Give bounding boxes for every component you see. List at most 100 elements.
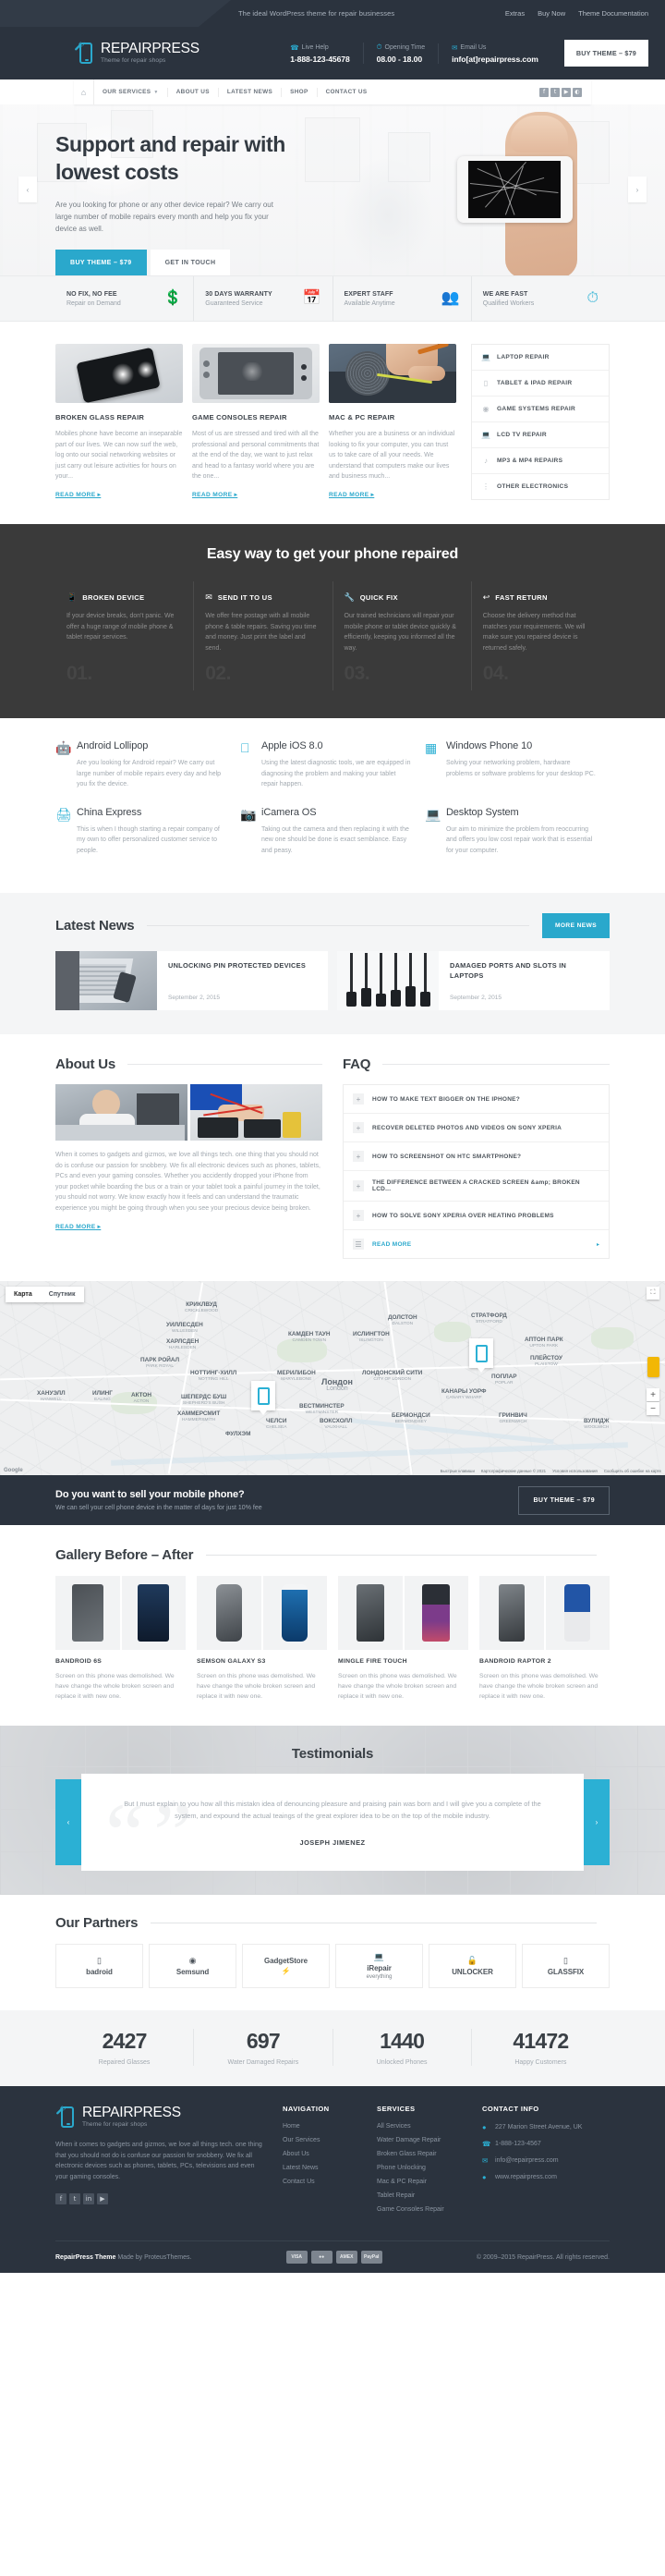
nav-item-about-us[interactable]: ABOUT US	[168, 87, 219, 97]
before-image[interactable]	[479, 1576, 544, 1650]
facebook-icon[interactable]: f	[539, 87, 549, 97]
testimonial-prev-button[interactable]: ‹	[55, 1779, 81, 1865]
map-attr-shortcuts[interactable]: Быстрые клавиши	[441, 1469, 475, 1473]
partner-name: iRepair	[367, 1964, 392, 1972]
map-attr-terms[interactable]: Условия использования	[552, 1469, 598, 1473]
service-category-tablet-ipad-repair[interactable]: ▯ TABLET & IPAD REPAIR	[472, 371, 609, 397]
footer-nav-about-us[interactable]: About Us	[283, 2151, 360, 2157]
service-card-broken-glass-repair: BROKEN GLASS REPAIR Mobiles phone have b…	[55, 344, 183, 500]
footer-nav-home[interactable]: Home	[283, 2123, 360, 2130]
header-buy-theme-button[interactable]: BUY THEME – $79	[563, 40, 648, 67]
street-view-pegman-icon[interactable]	[647, 1357, 659, 1377]
platform-title: Desktop System	[445, 806, 519, 818]
faq-item-0[interactable]: + HOW TO MAKE TEXT BIGGER ON THE IPHONE?	[344, 1085, 609, 1114]
nav-item-contact-us[interactable]: CONTACT US	[318, 88, 376, 97]
gallery-section: Gallery Before – After BANDROID 6S Scree…	[0, 1525, 665, 1726]
before-image[interactable]	[197, 1576, 261, 1650]
more-news-button[interactable]: MORE NEWS	[542, 913, 610, 938]
hero-buy-theme-button[interactable]: BUY THEME – $79	[55, 250, 147, 275]
nav-item-shop[interactable]: SHOP	[282, 87, 318, 97]
faq-item-2[interactable]: + HOW TO SCREENSHOT ON HTC SMARTPHONE?	[344, 1142, 609, 1171]
counter-repaired-glasses: 2427 Repaired Glasses	[55, 2029, 195, 2066]
news-card-unlocking-pin-protected-devices[interactable]: UNLOCKING PIN PROTECTED DEVICES Septembe…	[55, 951, 328, 1010]
partner-glassfix[interactable]: ▯ GLASSFIX	[522, 1944, 610, 1988]
footer-logo[interactable]: REPAIRPRESS Theme for repair shops	[55, 2105, 266, 2130]
about-read-more-link[interactable]: READ MORE ▸	[55, 1223, 101, 1230]
twitter-icon[interactable]: t	[550, 87, 560, 97]
hero-get-in-touch-button[interactable]: GET IN TOUCH	[150, 250, 231, 275]
read-more-label: READ MORE	[55, 1223, 96, 1230]
after-image[interactable]	[262, 1576, 327, 1650]
service-category-other-electronics[interactable]: ⋮ OTHER ELECTRONICS	[472, 474, 609, 499]
footer-service-game-consoles-repair[interactable]: Game Consoles Repair	[377, 2206, 466, 2213]
linkedin-icon[interactable]: in	[83, 2193, 94, 2204]
partner-badroid[interactable]: ▯ badroid	[55, 1944, 143, 1988]
footer-service-water-damage-repair[interactable]: Water Damage Repair	[377, 2137, 466, 2143]
footer-service-broken-glass-repair[interactable]: Broken Glass Repair	[377, 2151, 466, 2157]
rss-icon[interactable]: ◐	[573, 87, 582, 97]
footer-service-tablet-repair[interactable]: Tablet Repair	[377, 2192, 466, 2199]
youtube-icon[interactable]: ▶	[97, 2193, 108, 2204]
footer-contact-website[interactable]: ● www.repairpress.com	[482, 2173, 602, 2181]
footer-nav-our-services[interactable]: Our Services	[283, 2137, 360, 2143]
facebook-icon[interactable]: f	[55, 2193, 66, 2204]
feature-subtitle: Repair on Demand	[66, 299, 121, 307]
home-icon[interactable]: ⌂	[74, 79, 94, 104]
cracked-phone-photo[interactable]	[55, 344, 183, 403]
footer-service-mac-pc-repair[interactable]: Mac & PC Repair	[377, 2179, 466, 2185]
youtube-icon[interactable]: ▶	[562, 87, 571, 97]
location-map[interactable]: Карта Спутник КРИКЛВУД CRICKLEWOOD УИЛЛЕС…	[0, 1281, 665, 1475]
partner-semsund[interactable]: ◉ Semsund	[149, 1944, 236, 1988]
service-read-more-link[interactable]: READ MORE ▸	[329, 491, 374, 498]
top-link-buy-now[interactable]: Buy Now	[538, 9, 565, 18]
top-link-extras[interactable]: Extras	[505, 9, 525, 18]
handheld-console-photo[interactable]	[192, 344, 320, 403]
map-marker-1[interactable]	[251, 1381, 275, 1415]
news-card-damaged-ports-and-slots-in-laptops[interactable]: DAMAGED PORTS AND SLOTS IN LAPTOPS Septe…	[337, 951, 610, 1010]
hero-next-button[interactable]: ›	[628, 177, 647, 202]
label-ru: ФУЛХЭМ	[225, 1431, 251, 1437]
nav-item-our-services[interactable]: OUR SERVICES ▼	[94, 87, 168, 97]
map-attr-report[interactable]: Сообщить об ошибке на карте	[604, 1469, 661, 1473]
before-image[interactable]	[55, 1576, 120, 1650]
site-logo[interactable]: REPAIRPRESS Theme for repair shops	[74, 41, 200, 66]
map-zoom-out-button[interactable]: −	[647, 1402, 659, 1415]
nav-item-latest-news[interactable]: LATEST NEWS	[219, 87, 283, 97]
service-category-mp3-mp4-repairs[interactable]: ♪ MP3 & MP4 REPAIRS	[472, 448, 609, 474]
cta-buy-theme-button[interactable]: BUY THEME – $79	[518, 1485, 610, 1515]
map-fullscreen-button[interactable]: ⛶	[647, 1287, 659, 1300]
after-image[interactable]	[545, 1576, 610, 1650]
top-link-theme-documentation[interactable]: Theme Documentation	[578, 9, 648, 18]
footer-nav-contact-us[interactable]: Contact Us	[283, 2179, 360, 2185]
after-image[interactable]	[404, 1576, 468, 1650]
faq-read-more[interactable]: ☰ READ MORE ▸	[344, 1230, 609, 1258]
label-ru: КАНАРЫ УОРФ	[441, 1388, 487, 1395]
footer-contact-email[interactable]: ✉ info@repairpress.com	[482, 2156, 602, 2165]
platform-icamera-os: 📷 iCamera OS Taking out the camera and th…	[240, 807, 425, 873]
service-categories-list: 💻 LAPTOP REPAIR ▯ TABLET & IPAD REPAIR ◉ GA…	[471, 344, 610, 500]
footer-nav-latest-news[interactable]: Latest News	[283, 2165, 360, 2171]
after-image[interactable]	[121, 1576, 186, 1650]
map-marker-2[interactable]	[469, 1338, 493, 1373]
partner-gadgetstore[interactable]: GadgetStore ⚡	[242, 1944, 330, 1988]
footer-service-phone-unlocking[interactable]: Phone Unlocking	[377, 2165, 466, 2171]
pc-repair-photo[interactable]	[329, 344, 456, 403]
service-read-more-link[interactable]: READ MORE ▸	[192, 491, 237, 498]
map-tab-map[interactable]: Карта	[6, 1287, 41, 1302]
footer-service-all-services[interactable]: All Services	[377, 2123, 466, 2130]
faq-item-4[interactable]: + HOW TO SOLVE SONY XPERIA OVER HEATING P…	[344, 1202, 609, 1230]
twitter-icon[interactable]: t	[69, 2193, 80, 2204]
service-category-laptop-repair[interactable]: 💻 LAPTOP REPAIR	[472, 345, 609, 371]
map-tab-satellite[interactable]: Спутник	[40, 1287, 84, 1302]
service-read-more-link[interactable]: READ MORE ▸	[55, 491, 101, 498]
service-category-game-systems-repair[interactable]: ◉ GAME SYSTEMS REPAIR	[472, 397, 609, 422]
faq-item-1[interactable]: + RECOVER DELETED PHOTOS AND VIDEOS ON SO…	[344, 1114, 609, 1142]
partner-irepair-everything[interactable]: 💻 iRepair everything	[335, 1944, 423, 1988]
testimonial-next-button[interactable]: ›	[584, 1779, 610, 1865]
partner-unlocker[interactable]: 🔓 UNLOCKER	[429, 1944, 516, 1988]
faq-item-3[interactable]: + THE DIFFERENCE BETWEEN A CRACKED SCREEN…	[344, 1171, 609, 1202]
hero-prev-button[interactable]: ‹	[18, 177, 37, 202]
map-zoom-in-button[interactable]: +	[647, 1388, 659, 1401]
before-image[interactable]	[338, 1576, 403, 1650]
service-category-lcd-tv-repair[interactable]: 💻 LCD TV REPAIR	[472, 422, 609, 448]
